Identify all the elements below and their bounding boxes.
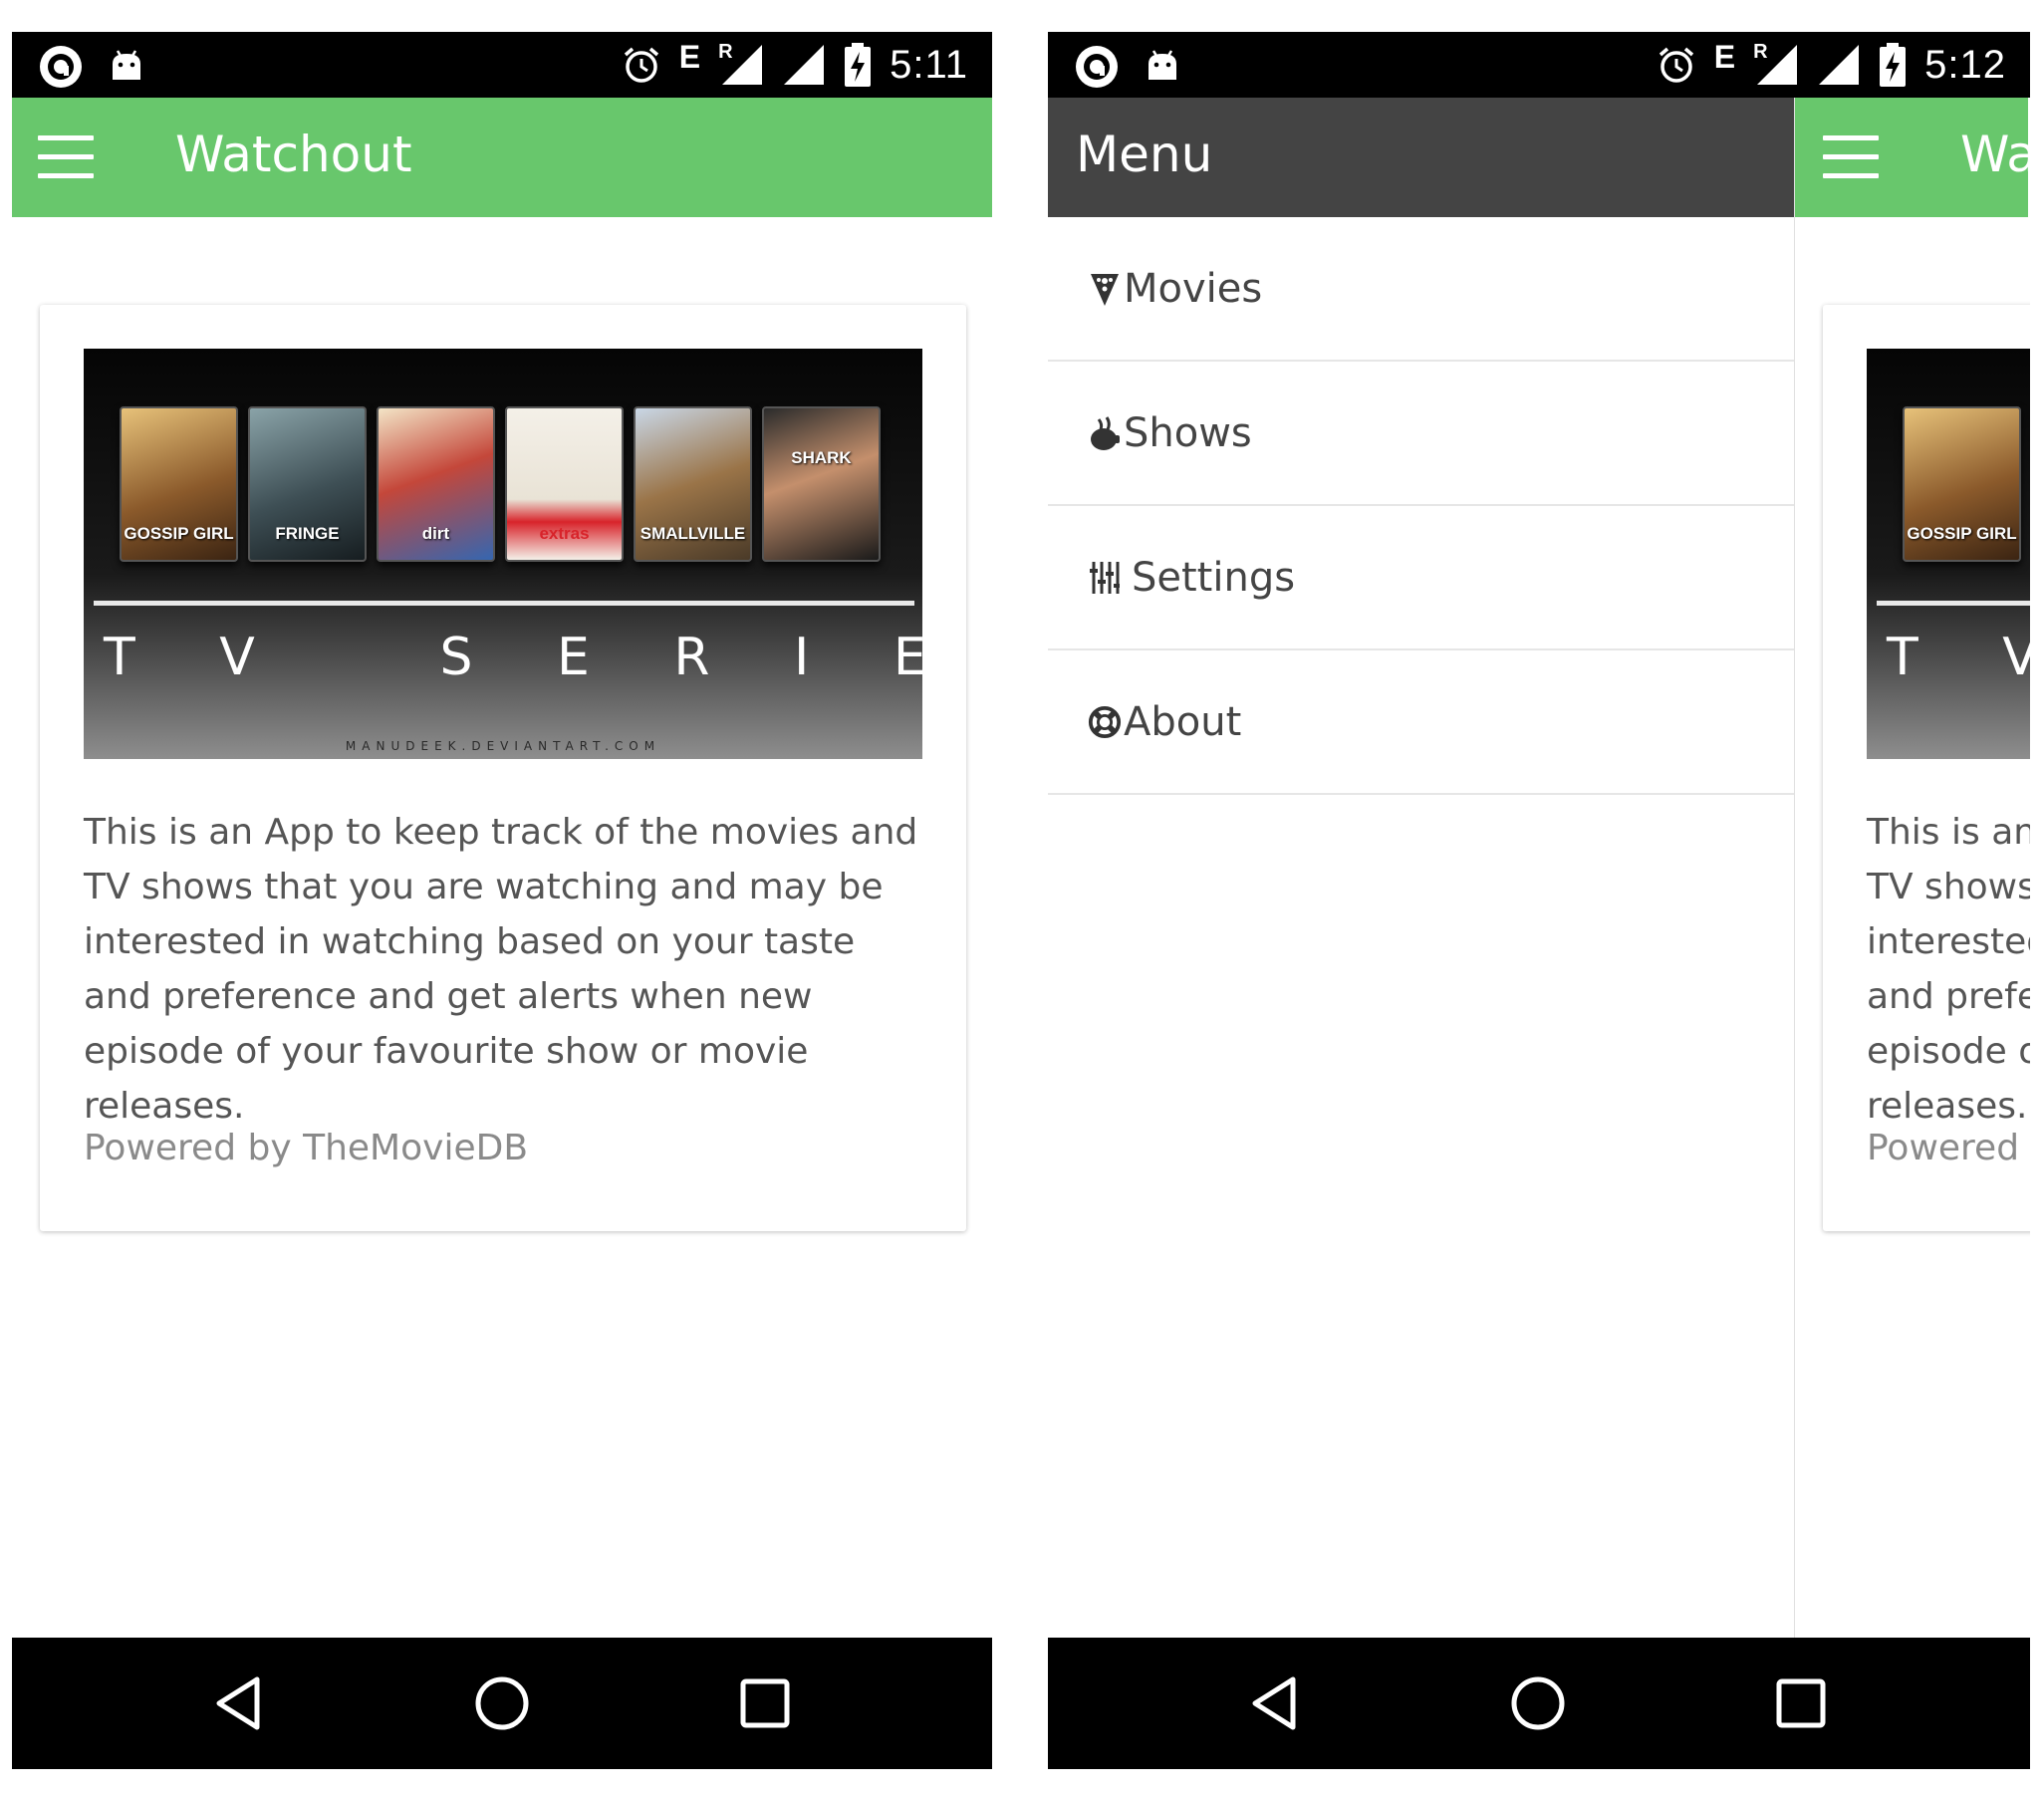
banner-divider bbox=[1877, 601, 2030, 606]
status-bar: E R 5:11 bbox=[12, 32, 992, 98]
cover-dirt: dirt bbox=[377, 406, 495, 562]
menu-icon[interactable] bbox=[38, 135, 94, 179]
cover-extras: extras bbox=[505, 406, 624, 562]
drawer-item-label: About bbox=[1124, 698, 1242, 745]
tv-series-banner-image: GOSSIP GIRL FRINGE dirt extras SMALLVILL… bbox=[84, 349, 922, 759]
app-notification-icon bbox=[1076, 46, 1118, 88]
lifebuoy-icon bbox=[1088, 702, 1122, 742]
info-card: GOSSIP GIRL FRINGE dirt extras SMALLVILL… bbox=[40, 305, 966, 1231]
battery-charging-icon bbox=[845, 43, 872, 87]
powered-by-text: Powered by TheMovieDB bbox=[84, 1128, 529, 1168]
cover-gossip-girl: GOSSIP GIRL bbox=[120, 406, 238, 562]
alarm-icon bbox=[1659, 47, 1693, 83]
recents-icon[interactable] bbox=[1769, 1671, 1833, 1735]
banner-divider bbox=[94, 601, 914, 606]
banner-credit: MANUDEEK.DEVIANTART.COM bbox=[345, 739, 661, 753]
android-debug-icon bbox=[1149, 50, 1176, 80]
app-description: This is an App to keep track of the movi… bbox=[84, 812, 918, 1127]
home-icon[interactable] bbox=[470, 1671, 534, 1735]
powered-by-text: Powered by TheMovieDB bbox=[1867, 1128, 2030, 1168]
banner-title: T V S E R I E S bbox=[104, 628, 922, 687]
drawer-item-about[interactable]: About bbox=[1048, 650, 1794, 795]
app-description: This is an App to keep track of the movi… bbox=[1867, 812, 2030, 1127]
status-time: 5:12 bbox=[1924, 42, 2006, 87]
signal-strength-icon bbox=[1819, 45, 1860, 85]
tv-series-banner-image: GOSSIP GIRL T V S E R I E S bbox=[1867, 349, 2030, 759]
navigation-bar bbox=[12, 1638, 992, 1769]
drawer-item-movies[interactable]: Movies bbox=[1048, 217, 1794, 362]
phone-screen-right: E R 5:12 Watchout G bbox=[1048, 32, 2030, 1769]
drawer-menu: Movies Shows Settings About bbox=[1048, 217, 1794, 795]
network-type-label: E bbox=[1713, 38, 1736, 75]
back-icon[interactable] bbox=[209, 1671, 273, 1735]
cover-smallville: SMALLVILLE bbox=[634, 406, 752, 562]
signal-roaming-icon: R bbox=[1753, 41, 1799, 87]
navigation-drawer: Menu Movies Shows Settings About bbox=[1048, 98, 1795, 1638]
drawer-item-settings[interactable]: Settings bbox=[1048, 506, 1794, 650]
home-icon[interactable] bbox=[1506, 1671, 1570, 1735]
status-bar: E R 5:12 bbox=[1048, 32, 2030, 98]
drawer-item-label: Settings bbox=[1132, 554, 1296, 601]
drawer-title: Menu bbox=[1076, 126, 1213, 183]
cover-strip: GOSSIP GIRL FRINGE dirt extras SMALLVILL… bbox=[120, 406, 881, 562]
android-debug-icon bbox=[113, 50, 140, 80]
main-content: GOSSIP GIRL T V S E R I E S This is an A… bbox=[1795, 217, 2030, 1638]
film-icon bbox=[1088, 269, 1122, 309]
drawer-item-shows[interactable]: Shows bbox=[1048, 362, 1794, 506]
cover-strip: GOSSIP GIRL bbox=[1903, 406, 2021, 562]
app-notification-icon bbox=[40, 46, 82, 88]
app-title: Watchout bbox=[1960, 126, 2030, 183]
info-card: GOSSIP GIRL T V S E R I E S This is an A… bbox=[1823, 305, 2030, 1231]
recents-icon[interactable] bbox=[733, 1671, 797, 1735]
signal-roaming-icon: R bbox=[718, 41, 764, 87]
menu-icon[interactable] bbox=[1823, 135, 1879, 179]
cover-fringe: FRINGE bbox=[248, 406, 367, 562]
app-title: Watchout bbox=[175, 126, 412, 183]
drawer-item-label: Shows bbox=[1124, 409, 1252, 456]
back-icon[interactable] bbox=[1245, 1671, 1309, 1735]
alarm-icon bbox=[624, 47, 658, 83]
drawer-header: Menu bbox=[1048, 98, 1794, 217]
app-bar: Watchout bbox=[1795, 98, 2030, 217]
cover-shark: SHARK bbox=[762, 406, 881, 562]
main-screen-peek: Watchout GOSSIP GIRL T V S E R I E S Thi… bbox=[1795, 98, 2030, 1638]
network-type-label: E bbox=[678, 38, 701, 75]
battery-charging-icon bbox=[1880, 43, 1907, 87]
drawer-item-label: Movies bbox=[1124, 265, 1263, 312]
signal-strength-icon bbox=[784, 45, 825, 85]
banner-title: T V S E R I E S bbox=[1887, 628, 2030, 687]
shows-icon bbox=[1088, 413, 1122, 453]
app-bar: Watchout bbox=[12, 98, 992, 217]
main-content: GOSSIP GIRL FRINGE dirt extras SMALLVILL… bbox=[12, 217, 992, 1638]
navigation-bar bbox=[1048, 1638, 2030, 1769]
sliders-icon bbox=[1088, 558, 1122, 598]
phone-screen-left: E R 5:11 Watchout GOSSIP GIRL FRINGE dir… bbox=[12, 32, 992, 1769]
cover-gossip-girl: GOSSIP GIRL bbox=[1903, 406, 2021, 562]
status-time: 5:11 bbox=[890, 42, 968, 87]
